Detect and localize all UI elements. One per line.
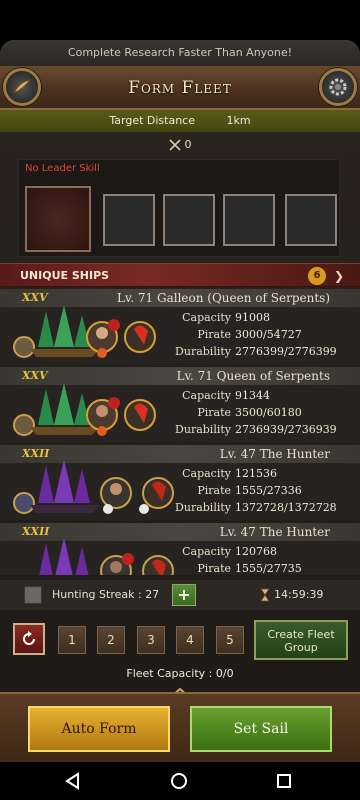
preset-5-button[interactable]: 5 (216, 626, 244, 654)
unique-ships-title: UNIQUE SHIPS (20, 269, 110, 282)
recent-apps-icon[interactable] (276, 773, 292, 789)
preset-row: 1 2 3 4 5 Create Fleet Group (0, 616, 360, 664)
settings-button[interactable] (319, 68, 357, 106)
fleet-power-row: 0 (0, 134, 360, 156)
ship-body: Capacity 91344 Pirate 3500/60180 Durabilit… (0, 383, 360, 442)
create-fleet-group-button[interactable]: Create Fleet Group (254, 620, 348, 660)
list-item[interactable]: XXV Lv. 71 Queen of Serpents Capacity 913… (0, 367, 360, 442)
action-panel: Auto Form Set Sail (0, 692, 360, 762)
crossed-swords-icon (168, 139, 181, 151)
page-title: Form Fleet (128, 78, 232, 98)
reset-button[interactable] (13, 623, 45, 655)
home-circle-icon[interactable] (170, 772, 188, 790)
ship-body: Capacity 91008 Pirate 3000/54727 Durabilit… (0, 305, 360, 364)
hunter-ship-icon (39, 537, 174, 575)
back-triangle-icon[interactable] (64, 772, 82, 790)
target-distance-bar: Target Distance 1km (0, 110, 360, 132)
gear-icon (329, 78, 347, 96)
set-sail-button[interactable]: Set Sail (190, 706, 332, 752)
hunting-streak-checkbox[interactable] (24, 586, 42, 604)
ship-body: Capacity 120768 Pirate 1555/27735 (0, 537, 360, 575)
fleet-slots-panel: No Leader Skill (18, 159, 340, 257)
ship-slot[interactable] (103, 194, 155, 246)
unique-ships-count-badge: 6 (308, 267, 326, 285)
fleet-capacity: Fleet Capacity : 0/0 (126, 667, 234, 680)
ship-name: Lv. 47 The Hunter (219, 525, 330, 539)
auto-form-button[interactable]: Auto Form (28, 706, 170, 752)
streak-timer-value: 14:59:39 (274, 588, 324, 601)
list-item[interactable]: XXII Lv. 47 The Hunter Capacity 120768 Pi… (0, 523, 360, 575)
preset-1-button[interactable]: 1 (58, 626, 86, 654)
ship-slot[interactable] (223, 194, 275, 246)
feather-back-icon (12, 79, 32, 95)
status-bar-area (0, 0, 360, 40)
hourglass-icon (260, 588, 270, 602)
leader-skill-label: No Leader Skill (25, 163, 100, 174)
hunter-ship-icon (13, 459, 174, 514)
form-fleet-window: Complete Research Faster Than Anyone! Fo… (0, 40, 360, 762)
ship-body: Capacity 121536 Pirate 1555/27336 Durabili… (0, 459, 360, 520)
ship-name: Lv. 71 Queen of Serpents (176, 369, 330, 383)
back-button[interactable] (3, 68, 41, 106)
galleon-ship-icon (13, 305, 156, 358)
ship-slot[interactable] (163, 194, 215, 246)
streak-timer: 14:59:39 (260, 580, 323, 610)
system-nav-bar (0, 762, 360, 800)
list-item[interactable]: XXII Lv. 47 The Hunter Capacity 121536 Pi… (0, 445, 360, 520)
fleet-power-value: 0 (184, 138, 192, 151)
unique-ships-header[interactable]: UNIQUE SHIPS 6 ❯ (0, 263, 360, 287)
galleon-ship-icon (13, 383, 156, 436)
ship-slot[interactable] (285, 194, 337, 246)
target-distance-value: 1km (226, 114, 251, 127)
preset-3-button[interactable]: 3 (137, 626, 165, 654)
add-streak-button[interactable]: + (172, 584, 196, 606)
refresh-icon (23, 631, 35, 645)
ship-name: Lv. 47 The Hunter (219, 447, 330, 461)
chevron-right-icon: ❯ (333, 269, 344, 283)
hunting-streak-row: Hunting Streak : 27 + 14:59:39 (0, 580, 360, 610)
list-item[interactable]: XXV Lv. 71 Galleon (Queen of Serpents) C… (0, 289, 360, 364)
hunting-streak-label: Hunting Streak : 27 (52, 588, 160, 601)
tip-banner: Complete Research Faster Than Anyone! (0, 40, 360, 66)
target-distance-label: Target Distance (109, 114, 196, 127)
ship-list[interactable]: XXV Lv. 71 Galleon (Queen of Serpents) C… (0, 289, 360, 575)
preset-4-button[interactable]: 4 (176, 626, 204, 654)
preset-2-button[interactable]: 2 (97, 626, 125, 654)
window-header: Form Fleet (0, 66, 360, 110)
leader-slot[interactable] (25, 186, 91, 252)
